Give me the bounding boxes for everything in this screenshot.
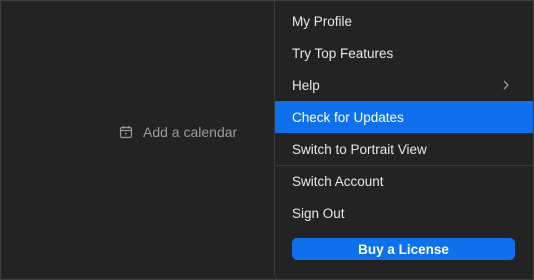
calendar-icon: [119, 125, 133, 139]
menu-item-label: Check for Updates: [292, 109, 404, 125]
menu-item-switch-account[interactable]: Switch Account: [275, 165, 533, 197]
menu-item-label: Switch Account: [292, 173, 384, 189]
menu-item-label: My Profile: [292, 13, 353, 29]
profile-dropdown-menu: My Profile Try Top Features Help Check f…: [274, 1, 533, 280]
menu-item-label: Sign Out: [292, 205, 345, 221]
menu-item-switch-to-portrait-view[interactable]: Switch to Portrait View: [275, 133, 533, 165]
menu-item-sign-out[interactable]: Sign Out: [275, 197, 533, 229]
menu-item-label: Try Top Features: [292, 45, 394, 61]
chevron-right-icon: [500, 79, 512, 91]
calendar-panel: Add a calendar: [2, 2, 274, 278]
add-calendar-label: Add a calendar: [143, 124, 238, 140]
menu-item-label: Help: [292, 77, 320, 93]
add-calendar-button[interactable]: Add a calendar: [119, 124, 237, 140]
menu-item-try-top-features[interactable]: Try Top Features: [275, 37, 533, 69]
menu-item-my-profile[interactable]: My Profile: [275, 5, 533, 37]
menu-item-check-for-updates[interactable]: Check for Updates: [275, 101, 533, 133]
menu-item-label: Switch to Portrait View: [292, 141, 427, 157]
menu-item-help[interactable]: Help: [275, 69, 533, 101]
buy-a-license-button[interactable]: Buy a License: [292, 238, 515, 260]
app-window: Add a calendar My Profile Try Top Featur…: [0, 0, 534, 280]
